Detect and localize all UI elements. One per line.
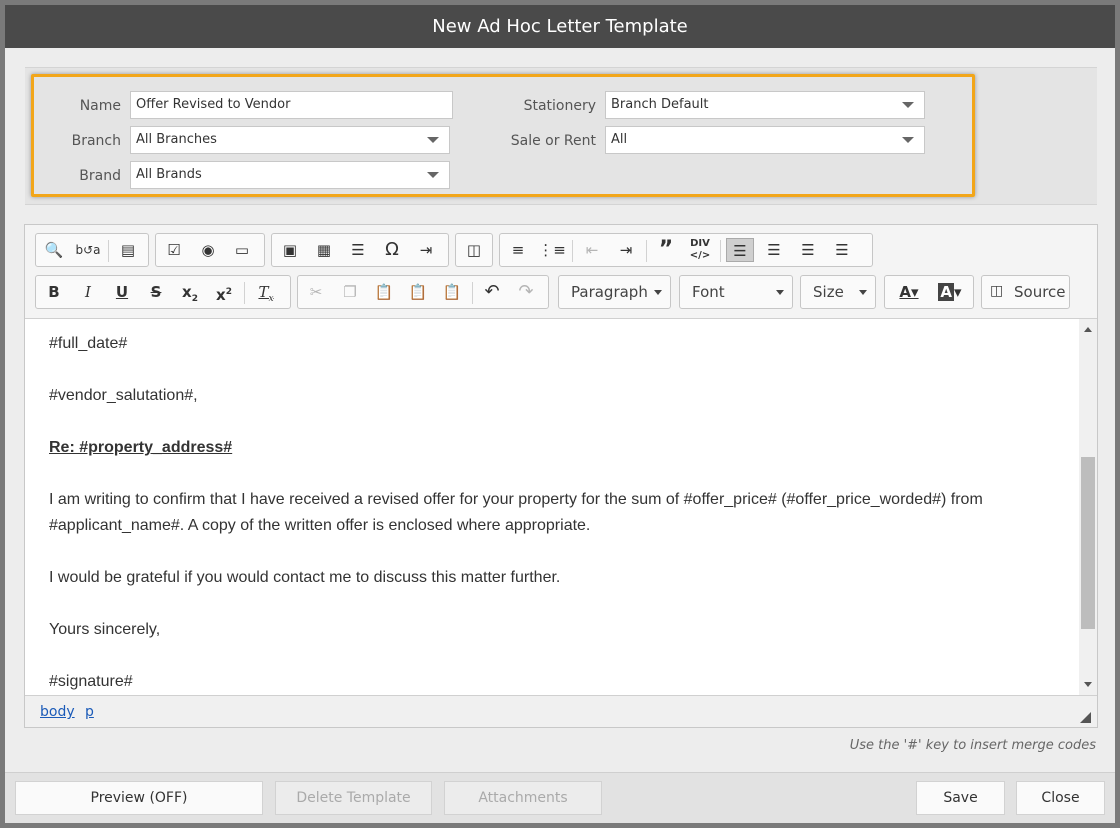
table-icon[interactable]: ▦ [310,238,338,262]
bulleted-list-icon[interactable]: ⋮≡ [538,238,566,262]
undo-icon[interactable]: ↶ [478,280,506,304]
content-paragraph: #vendor_salutation#, [49,387,198,404]
path-p-link[interactable]: p [85,704,94,720]
align-right-icon[interactable]: ☰ [794,238,822,262]
highlight-box [31,74,975,197]
toolbar-group-paragraph: ≡ ⋮≡ ⇤ ⇥ ” DIV </> ☰ ☰ ☰ ☰ [499,233,873,267]
toolbar-group-iframe: ◫ [455,233,493,267]
underline-icon[interactable]: U [108,280,136,304]
toolbar-group-forms: ☑ ◉ ▭ [155,233,265,267]
source-icon: ◫ [990,282,1004,298]
source-label: Source [1014,283,1066,301]
template-icon[interactable]: ▤ [114,238,142,262]
page-break-icon[interactable]: ⇥ [412,238,440,262]
path-body-link[interactable]: body [40,704,75,720]
toolbar-group-colors: A▾ A ▾ [884,275,974,309]
attachments-button[interactable]: Attachments [444,781,602,815]
justify-icon[interactable]: ☰ [828,238,856,262]
radio-icon[interactable]: ◉ [194,238,222,262]
copy-icon[interactable]: ❐ [336,280,364,304]
paragraph-format-select[interactable]: Paragraph [558,275,671,309]
editor-toolbar: 🔍 b↺a ▤ ☑ ◉ ▭ ▣ ▦ ☰ Ω ⇥ ◫ ≡ ⋮≡ ⇤ ⇥ ” DIV… [25,225,1097,319]
content-paragraph: Yours sincerely, [49,621,161,638]
redo-icon[interactable]: ↷ [512,280,540,304]
dialog-title: New Ad Hoc Letter Template [5,5,1115,48]
scroll-up-icon[interactable] [1084,327,1092,332]
numbered-list-icon[interactable]: ≡ [504,238,532,262]
clear-formatting-icon[interactable]: Tx [252,280,280,304]
search-icon[interactable]: 🔍 [40,238,68,262]
close-button[interactable]: Close [1016,781,1105,815]
indent-icon[interactable]: ⇥ [612,238,640,262]
save-button[interactable]: Save [916,781,1005,815]
toolbar-group-insert: ▣ ▦ ☰ Ω ⇥ [271,233,449,267]
outdent-icon[interactable]: ⇤ [578,238,606,262]
dialog: New Ad Hoc Letter Template Name Offer Re… [5,5,1115,823]
editor-content[interactable]: #full_date# #vendor_salutation#, Re: #pr… [25,319,1079,695]
image-icon[interactable]: ▣ [276,238,304,262]
cut-icon[interactable]: ✂ [302,280,330,304]
iframe-icon[interactable]: ◫ [460,238,488,262]
source-button[interactable]: ◫ Source [981,275,1070,309]
subscript-icon[interactable]: x2 [176,280,204,304]
horizontal-line-icon[interactable]: ☰ [344,238,372,262]
bold-icon[interactable]: B [40,280,68,304]
font-select[interactable]: Font [679,275,793,309]
merge-code-hint: Use the '#' key to insert merge codes [849,738,1096,753]
resize-handle-icon[interactable] [1080,712,1091,723]
content-paragraph: #full_date# [49,335,128,352]
strikethrough-icon[interactable]: S [142,280,170,304]
scroll-down-icon[interactable] [1084,682,1092,687]
content-paragraph: #signature# [49,673,133,690]
dialog-footer: Preview (OFF) Delete Template Attachment… [5,772,1115,823]
toolbar-group-clipboard: ✂ ❐ 📋 📋 📋 ↶ ↷ [297,275,549,309]
size-select[interactable]: Size [800,275,876,309]
element-path-bar: body p [25,695,1097,727]
paste-word-icon[interactable]: 📋 [438,280,466,304]
editor-scrollbar[interactable] [1079,319,1097,695]
delete-template-button[interactable]: Delete Template [275,781,432,815]
text-color-icon[interactable]: A▾ [891,280,927,304]
content-paragraph: I would be grateful if you would contact… [49,569,561,586]
rich-text-editor: 🔍 b↺a ▤ ☑ ◉ ▭ ▣ ▦ ☰ Ω ⇥ ◫ ≡ ⋮≡ ⇤ ⇥ ” DIV… [24,224,1098,728]
content-paragraph: I am writing to confirm that I have rece… [49,491,983,534]
textfield-icon[interactable]: ▭ [228,238,256,262]
align-center-icon[interactable]: ☰ [760,238,788,262]
omega-icon[interactable]: Ω [378,238,406,262]
superscript-icon[interactable]: x2 [210,280,238,304]
preview-button[interactable]: Preview (OFF) [15,781,263,815]
replace-icon[interactable]: b↺a [74,238,102,262]
content-paragraph: Re: #property_address# [49,439,233,456]
blockquote-icon[interactable]: ” [652,238,680,262]
align-left-icon[interactable]: ☰ [726,238,754,262]
toolbar-group-basic: B I U S x2 x2 Tx [35,275,291,309]
background-color-icon[interactable]: A ▾ [931,280,969,304]
italic-icon[interactable]: I [74,280,102,304]
scroll-thumb[interactable] [1081,457,1095,629]
paste-text-icon[interactable]: 📋 [404,280,432,304]
paste-icon[interactable]: 📋 [370,280,398,304]
toolbar-group-find: 🔍 b↺a ▤ [35,233,149,267]
checkbox-icon[interactable]: ☑ [160,238,188,262]
div-icon[interactable]: DIV </> [686,238,714,262]
